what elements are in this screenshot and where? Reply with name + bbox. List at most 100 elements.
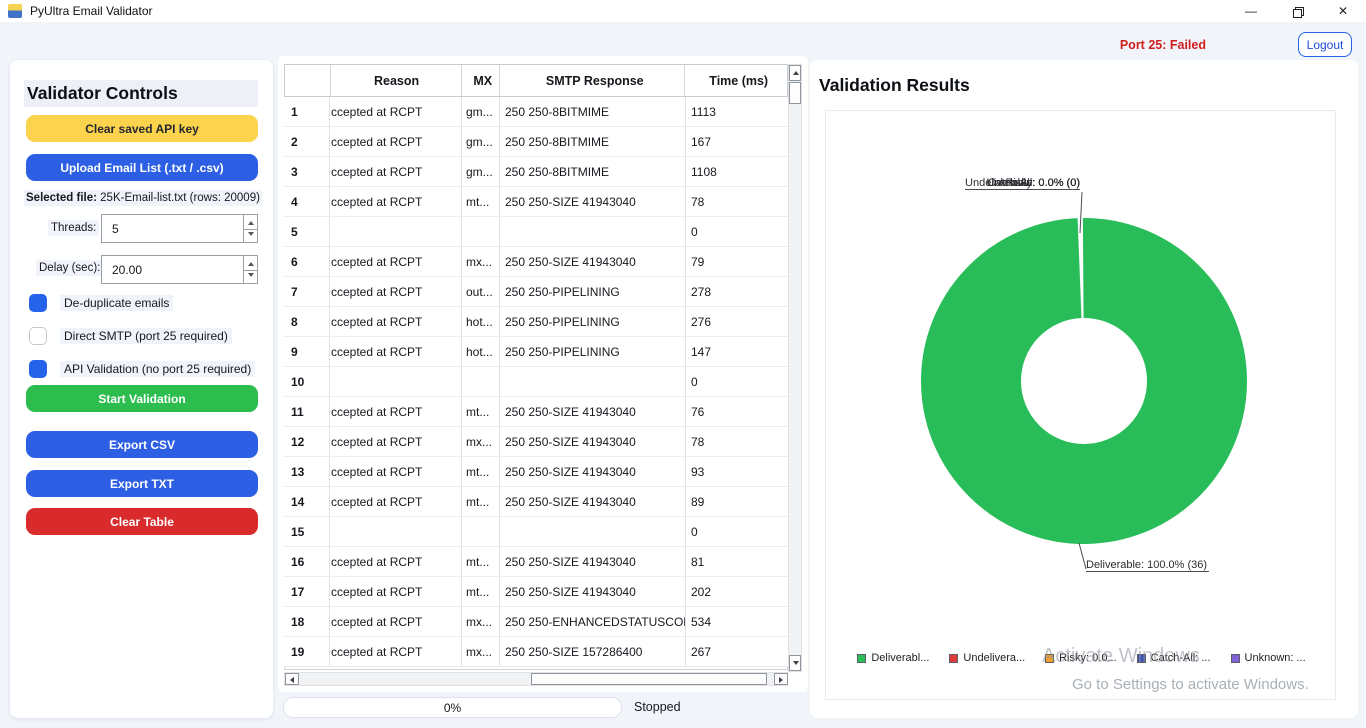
table-cell: 267 — [686, 637, 788, 666]
scroll-left-icon[interactable] — [285, 673, 299, 685]
export-txt-button[interactable]: Export TXT — [26, 470, 258, 497]
table-cell: 78 — [686, 427, 788, 456]
table-row[interactable]: 17ccepted at RCPTmt...250 250-SIZE 41943… — [284, 577, 788, 607]
export-csv-button[interactable]: Export CSV — [26, 431, 258, 458]
stepper-arrows-icon[interactable] — [243, 256, 257, 283]
table-row[interactable]: 2ccepted at RCPTgm...250 250-8BITMIME167 — [284, 127, 788, 157]
table-cell: hot... — [462, 337, 500, 366]
table-row[interactable]: 150 — [284, 517, 788, 547]
table-cell: 0 — [686, 217, 788, 246]
table-cell: 250 250-SIZE 41943040 — [500, 187, 686, 216]
table-cell: mx... — [462, 427, 500, 456]
table-cell: 10 — [284, 367, 330, 396]
threads-value: 5 — [112, 222, 119, 236]
minimize-icon[interactable]: — — [1228, 0, 1274, 22]
table-cell: 3 — [284, 157, 330, 186]
table-cell — [462, 517, 500, 546]
table-row[interactable]: 4ccepted at RCPTmt...250 250-SIZE 419430… — [284, 187, 788, 217]
table-row[interactable]: 13ccepted at RCPTmt...250 250-SIZE 41943… — [284, 457, 788, 487]
table-cell: 16 — [284, 547, 330, 576]
logout-button[interactable]: Logout — [1298, 32, 1352, 57]
table-row[interactable]: 11ccepted at RCPTmt...250 250-SIZE 41943… — [284, 397, 788, 427]
panel-title: Validator Controls — [24, 80, 258, 107]
table-cell: ccepted at RCPT — [330, 607, 462, 636]
legend-item: Unknown: ... — [1231, 652, 1306, 664]
table-cell: 17 — [284, 577, 330, 606]
table-cell: ccepted at RCPT — [330, 337, 462, 366]
donut-chart: Undeliverable: 0.0% (0)Risky: 0.0% (0)Ca… — [825, 110, 1336, 700]
table-cell: ccepted at RCPT — [330, 457, 462, 486]
table-row[interactable]: 8ccepted at RCPThot...250 250-PIPELINING… — [284, 307, 788, 337]
table-row[interactable]: 14ccepted at RCPTmt...250 250-SIZE 41943… — [284, 487, 788, 517]
table-cell: 11 — [284, 397, 330, 426]
table-cell: mt... — [462, 397, 500, 426]
table-cell — [462, 367, 500, 396]
table-cell — [462, 217, 500, 246]
selected-file-row: Selected file: 25K-Email-list.txt (rows:… — [24, 190, 262, 206]
delay-stepper[interactable]: 20.00 — [101, 255, 258, 284]
table-body: 1ccepted at RCPTgm...250 250-8BITMIME111… — [284, 97, 788, 667]
scroll-up-icon[interactable] — [789, 65, 801, 81]
horizontal-scrollbar[interactable] — [284, 672, 788, 686]
table-cell: mx... — [462, 247, 500, 276]
activate-windows-watermark: Activate Windows — [1042, 645, 1200, 668]
column-header-index[interactable] — [285, 65, 331, 96]
table-cell: 89 — [686, 487, 788, 516]
table-cell: mt... — [462, 577, 500, 606]
table-cell: 0 — [686, 367, 788, 396]
clear-table-button[interactable]: Clear Table — [26, 508, 258, 535]
table-row[interactable]: 12ccepted at RCPTmx...250 250-SIZE 41943… — [284, 427, 788, 457]
stepper-arrows-icon[interactable] — [243, 215, 257, 242]
close-icon[interactable]: ✕ — [1320, 0, 1366, 22]
table-row[interactable]: 7ccepted at RCPTout...250 250-PIPELINING… — [284, 277, 788, 307]
table-cell: ccepted at RCPT — [330, 637, 462, 666]
start-validation-button[interactable]: Start Validation — [26, 385, 258, 412]
vertical-scroll-thumb[interactable] — [789, 82, 801, 104]
table-cell: 250 250-PIPELINING — [500, 337, 686, 366]
table-row[interactable]: 3ccepted at RCPTgm...250 250-8BITMIME110… — [284, 157, 788, 187]
table-row[interactable]: 50 — [284, 217, 788, 247]
column-header-mx[interactable]: MX — [462, 65, 500, 96]
table-row[interactable]: 6ccepted at RCPTmx...250 250-SIZE 419430… — [284, 247, 788, 277]
scroll-right-icon[interactable] — [774, 673, 788, 685]
legend-swatch-icon — [1231, 654, 1240, 663]
validation-results-panel: Validation Results Undeliverable: 0.0% (… — [810, 60, 1358, 718]
table-cell: 7 — [284, 277, 330, 306]
checkbox-box-api-validation[interactable] — [29, 360, 47, 378]
legend-label: Undelivera... — [963, 652, 1025, 664]
table-row[interactable]: 9ccepted at RCPThot...250 250-PIPELINING… — [284, 337, 788, 367]
table-row[interactable]: 18ccepted at RCPTmx...250 250-ENHANCEDST… — [284, 607, 788, 637]
vertical-scrollbar[interactable] — [788, 64, 802, 672]
table-cell: 13 — [284, 457, 330, 486]
restore-icon[interactable] — [1274, 0, 1320, 22]
table-cell: mx... — [462, 637, 500, 666]
legend-item: Deliverabl... — [857, 652, 929, 664]
checkbox-box-direct-smtp[interactable] — [29, 327, 47, 345]
checkbox-row-direct-smtp[interactable]: Direct SMTP (port 25 required) — [26, 326, 262, 348]
checkbox-row-dedupe[interactable]: De-duplicate emails — [26, 293, 262, 315]
checkbox-row-api-validation[interactable]: API Validation (no port 25 required) — [26, 359, 262, 381]
table-cell: 6 — [284, 247, 330, 276]
table-row[interactable]: 19ccepted at RCPTmx...250 250-SIZE 15728… — [284, 637, 788, 667]
column-header-smtp-response[interactable]: SMTP Response — [500, 65, 685, 96]
threads-stepper[interactable]: 5 — [101, 214, 258, 243]
scroll-down-icon[interactable] — [789, 655, 801, 671]
column-header-reason[interactable]: Reason — [331, 65, 462, 96]
upload-email-list-button[interactable]: Upload Email List (.txt / .csv) — [26, 154, 258, 181]
table-cell: 93 — [686, 457, 788, 486]
table-cell: ccepted at RCPT — [330, 397, 462, 426]
table-cell: 147 — [686, 337, 788, 366]
table-cell: 78 — [686, 187, 788, 216]
table-row[interactable]: 10 0 — [284, 367, 788, 397]
table-cell — [500, 217, 686, 246]
table-row[interactable]: 1ccepted at RCPTgm...250 250-8BITMIME111… — [284, 97, 788, 127]
table-cell: 1108 — [686, 157, 788, 186]
table-cell: 0 — [686, 517, 788, 546]
checkbox-box-dedupe[interactable] — [29, 294, 47, 312]
horizontal-scroll-thumb[interactable] — [531, 673, 767, 685]
column-header-time[interactable]: Time (ms) — [685, 65, 787, 96]
table-cell: 250 250-8BITMIME — [500, 157, 686, 186]
table-row[interactable]: 16ccepted at RCPTmt...250 250-SIZE 41943… — [284, 547, 788, 577]
clear-api-key-button[interactable]: Clear saved API key — [26, 115, 258, 142]
table-cell: 278 — [686, 277, 788, 306]
